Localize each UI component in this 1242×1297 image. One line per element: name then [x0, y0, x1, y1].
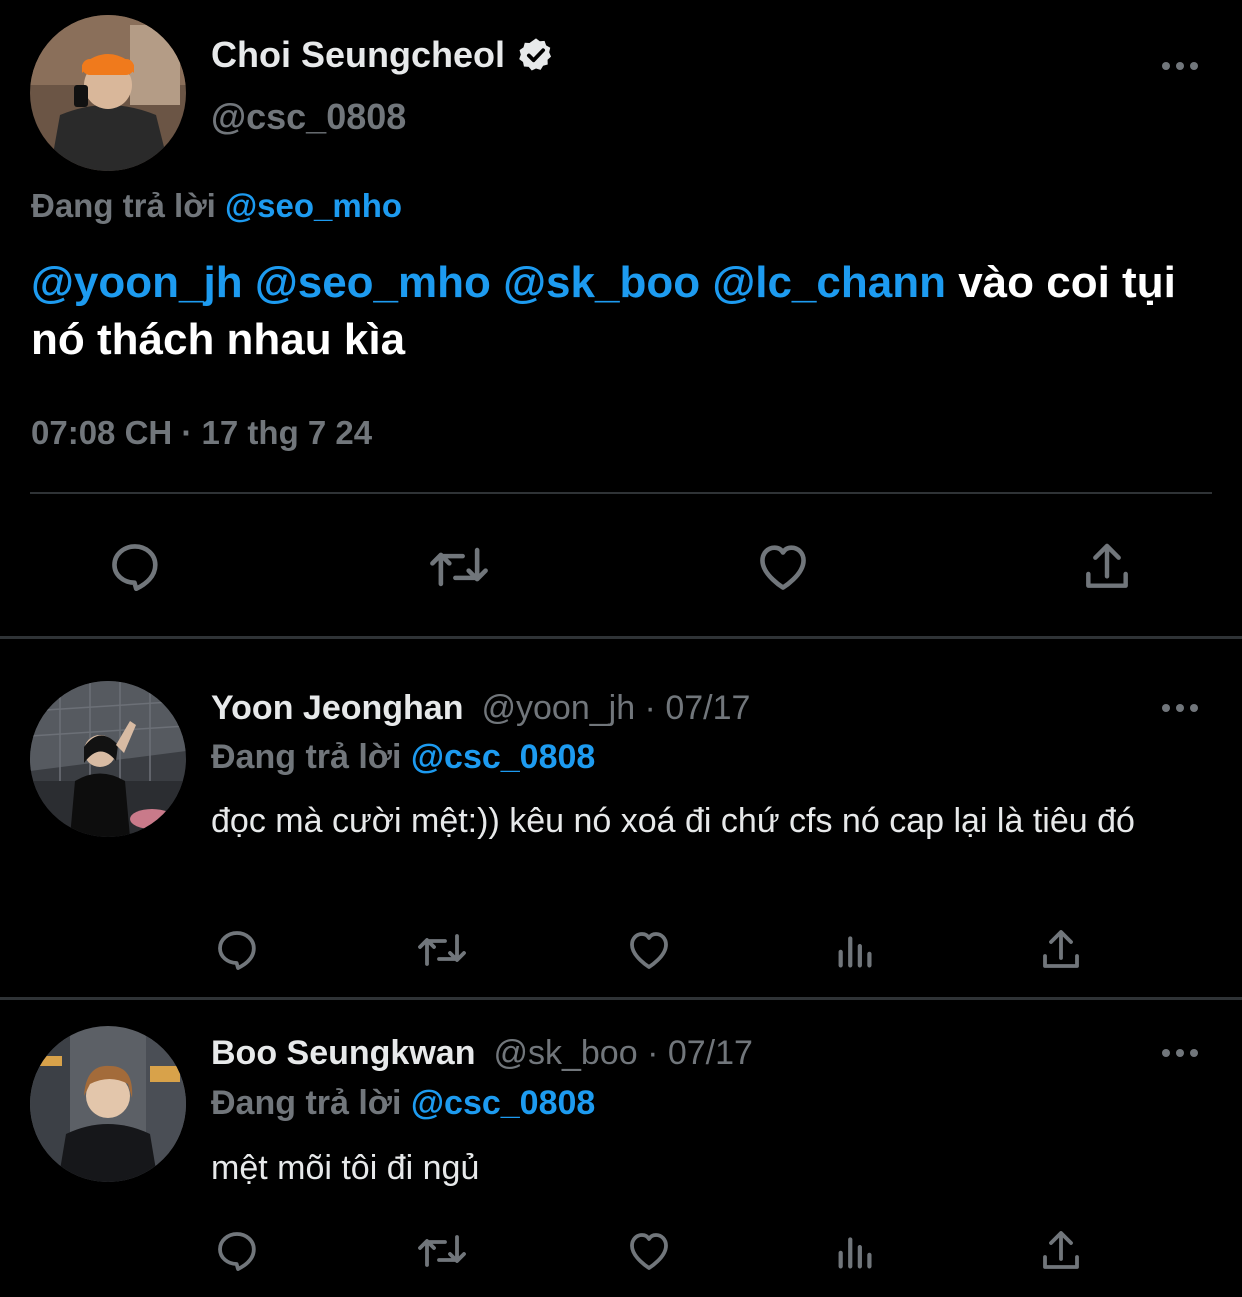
tweet-text: @yoon_jh @seo_mho @sk_boo @lc_chann vào … [31, 254, 1216, 368]
views-icon[interactable] [832, 1226, 880, 1276]
reply-tweet[interactable]: Yoon Jeonghan @yoon_jh · 07/17 Đang trả l… [0, 639, 1242, 999]
like-icon[interactable] [624, 925, 674, 975]
mention-link[interactable]: @yoon_jh [31, 258, 243, 307]
share-icon[interactable] [1078, 536, 1136, 598]
author-name[interactable]: Boo Seungkwan [211, 1034, 475, 1072]
share-icon[interactable] [1036, 925, 1086, 975]
reply-header: Boo Seungkwan @sk_boo · 07/17 [211, 1034, 753, 1073]
reply-icon[interactable] [212, 1226, 262, 1276]
more-options-icon[interactable] [1160, 1047, 1200, 1059]
author-name[interactable]: Choi Seungcheol [211, 34, 505, 76]
replying-to-link[interactable]: @csc_0808 [411, 738, 595, 776]
author-handle[interactable]: @csc_0808 [211, 96, 406, 138]
mention-link[interactable]: @seo_mho [255, 258, 491, 307]
views-icon[interactable] [832, 925, 880, 975]
divider [30, 492, 1212, 494]
replying-to-link[interactable]: @seo_mho [225, 187, 402, 224]
replying-to: Đang trả lời @csc_0808 [211, 1084, 595, 1123]
tweet-thread: Choi Seungcheol @csc_0808 Đang trả lời @… [0, 0, 1242, 1297]
mention-link[interactable]: @lc_chann [712, 258, 946, 307]
share-icon[interactable] [1036, 1226, 1086, 1276]
avatar[interactable] [30, 15, 186, 171]
author-handle[interactable]: @sk_boo · 07/17 [493, 1034, 752, 1072]
retweet-icon[interactable] [414, 1226, 470, 1276]
replying-to: Đang trả lời @seo_mho [31, 187, 402, 225]
reply-text: đọc mà cười mệt:)) kêu nó xoá đi chứ cfs… [211, 802, 1135, 840]
tweet-timestamp[interactable]: 07:08 CH · 17 thg 7 24 [31, 414, 372, 452]
verified-badge-icon [517, 36, 555, 74]
replying-to-link[interactable]: @csc_0808 [411, 1084, 595, 1122]
avatar[interactable] [30, 681, 186, 837]
author-handle[interactable]: @yoon_jh · 07/17 [481, 689, 750, 727]
main-tweet: Choi Seungcheol @csc_0808 Đang trả lời @… [0, 0, 1242, 638]
more-options-icon[interactable] [1160, 702, 1200, 714]
author-name-row[interactable]: Choi Seungcheol [211, 34, 555, 76]
retweet-icon[interactable] [414, 925, 470, 975]
avatar[interactable] [30, 1026, 186, 1182]
more-options-icon[interactable] [1160, 60, 1200, 72]
reply-icon[interactable] [104, 536, 166, 598]
replying-to: Đang trả lời @csc_0808 [211, 738, 595, 777]
reply-icon[interactable] [212, 925, 262, 975]
mention-link[interactable]: @sk_boo [503, 258, 700, 307]
replying-prefix: Đang trả lời [211, 738, 402, 776]
like-icon[interactable] [624, 1226, 674, 1276]
like-icon[interactable] [752, 536, 814, 598]
author-name[interactable]: Yoon Jeonghan [211, 689, 463, 727]
reply-tweet[interactable]: Boo Seungkwan @sk_boo · 07/17 Đang trả lờ… [0, 1000, 1242, 1297]
reply-text: mệt mõi tôi đi ngủ [211, 1149, 480, 1187]
reply-header: Yoon Jeonghan @yoon_jh · 07/17 [211, 689, 750, 728]
replying-prefix: Đang trả lời [211, 1084, 402, 1122]
retweet-icon[interactable] [426, 536, 492, 598]
replying-prefix: Đang trả lời [31, 187, 216, 224]
